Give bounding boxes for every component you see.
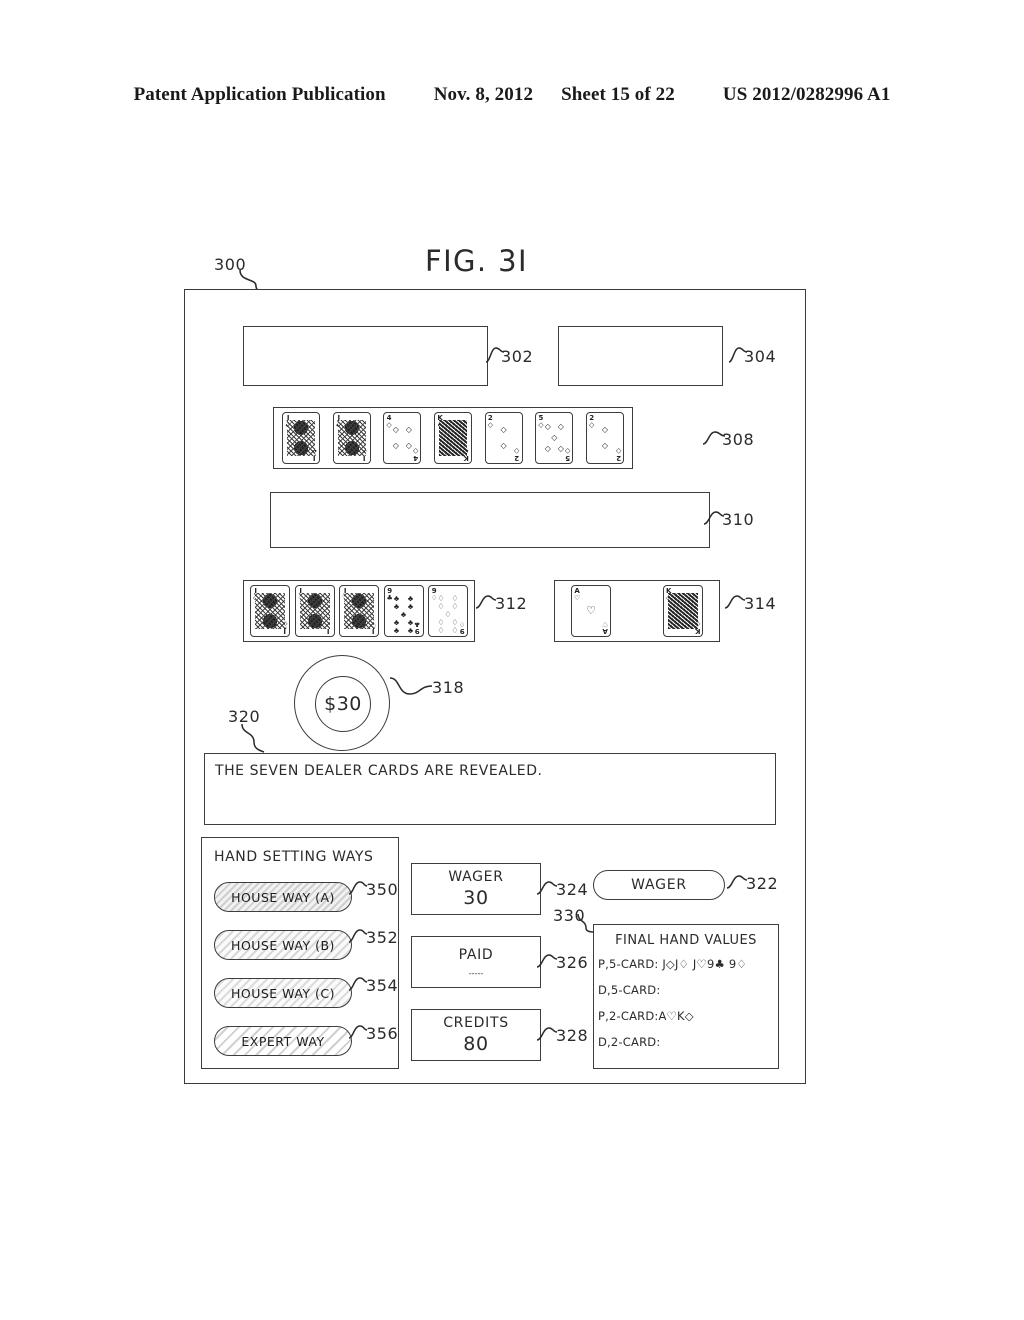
- ref-324: 324: [556, 880, 589, 899]
- credits-meter-328: CREDITS 80: [411, 1009, 541, 1061]
- fhv-row-player-5card: P,5-CARD: J◇J♢ J♡9♣ 9♢: [598, 957, 747, 971]
- fhv-row-dealer-2card: D,2-CARD:: [598, 1035, 661, 1049]
- hand-setting-ways-title: HAND SETTING WAYS: [214, 849, 374, 865]
- bet-chip-outer-ring[interactable]: $30: [294, 655, 390, 751]
- ref-310: 310: [722, 510, 755, 529]
- house-way-b-button[interactable]: HOUSE WAY (B): [214, 930, 352, 960]
- ref-352: 352: [366, 928, 399, 947]
- wager-meter-value: 30: [463, 887, 489, 909]
- card-pips: ◇ ◇: [500, 425, 507, 450]
- paid-meter-326: PAID -----: [411, 936, 541, 988]
- playing-card[interactable]: J♡J♡: [339, 585, 379, 637]
- publication-date: Nov. 8, 2012: [433, 84, 534, 105]
- fhv-row-player-2card: P,2-CARD:A♡K◇: [598, 1009, 694, 1023]
- credits-meter-value: 80: [463, 1033, 489, 1055]
- expert-way-button[interactable]: EXPERT WAY: [214, 1026, 352, 1056]
- card-face-artwork: [438, 420, 467, 456]
- final-hand-values-title: FINAL HAND VALUES: [615, 933, 757, 948]
- wager-button[interactable]: WAGER: [593, 870, 725, 900]
- ref-300: 300: [214, 255, 247, 274]
- paid-meter-value: -----: [468, 968, 484, 978]
- playing-card[interactable]: 5 ◇ 5 ◇ ◇ ◇ ◇ ◇ ◇: [535, 412, 574, 464]
- ref-318: 318: [432, 678, 465, 697]
- ref-304: 304: [744, 347, 777, 366]
- display-box-304: [558, 326, 723, 386]
- publication-label: Patent Application Publication: [133, 84, 386, 105]
- ref-326: 326: [556, 953, 589, 972]
- wager-meter-324: WAGER 30: [411, 863, 541, 915]
- playing-card[interactable]: J♣J♣: [282, 412, 320, 464]
- card-face-artwork: [337, 420, 366, 456]
- credits-meter-label: CREDITS: [443, 1015, 509, 1031]
- ref-356: 356: [366, 1024, 399, 1043]
- playing-card[interactable]: K♠K♠: [433, 412, 472, 464]
- card-pips: ♢ ♢ ♢ ♢ ♢ ♢ ♢ ♢ ♢: [437, 594, 459, 635]
- card-face-artwork: [668, 593, 698, 629]
- ref-350: 350: [366, 880, 399, 899]
- paid-meter-label: PAID: [458, 946, 494, 963]
- wager-meter-label: WAGER: [448, 869, 504, 885]
- display-box-302: [243, 326, 488, 386]
- sheet-number: Sheet 15 of 22: [561, 84, 675, 105]
- player-five-card-row-312: J◇J◇J♢J♢J♡J♡9♣9♣♣♣♣♣♣♣♣♣♣9♢9♢♢♢♢♢♢♢♢♢♢: [243, 580, 475, 642]
- card-pips: ◇ ◇ ◇ ◇: [392, 425, 412, 450]
- player-two-card-row-314: A♡A♡♡ K◇K◇: [554, 580, 720, 642]
- gaming-machine-frame: J♣J♣ J♣J♣ 4◇4◇◇◇◇◇ K♠K♠ 2◇2◇◇◇ 5◇5◇◇◇◇◇◇ 2◇2◇◇…: [184, 289, 806, 1084]
- bet-chip-amount: $30: [315, 676, 371, 732]
- card-face-artwork: [299, 593, 330, 629]
- card-pips: ♣ ♣ ♣ ♣ ♣ ♣ ♣ ♣ ♣: [393, 594, 414, 635]
- card-pips: ♡: [586, 604, 596, 617]
- playing-card[interactable]: J♢J♢: [294, 585, 335, 637]
- message-text: THE SEVEN DEALER CARDS ARE REVEALED.: [215, 763, 543, 779]
- ref-312: 312: [495, 594, 528, 613]
- playing-card[interactable]: 2 ◇ 2 ◇ ◇ ◇: [484, 412, 523, 464]
- card-face-artwork: [287, 420, 315, 456]
- ref-330: 330: [553, 906, 586, 925]
- playing-card[interactable]: 9 ♢ 9 ♢ ♢ ♢ ♢ ♢ ♢ ♢ ♢ ♢ ♢: [428, 585, 468, 637]
- ref-322: 322: [746, 874, 779, 893]
- playing-card[interactable]: K◇K◇: [663, 585, 703, 637]
- fhv-row-dealer-5card: D,5-CARD:: [598, 983, 661, 997]
- ref-302: 302: [501, 347, 534, 366]
- ref-354: 354: [366, 976, 399, 995]
- display-box-310: [270, 492, 710, 548]
- publication-number: US 2012/0282996 A1: [722, 84, 891, 105]
- playing-card[interactable]: J◇J◇: [250, 585, 290, 637]
- card-face-artwork: [344, 593, 374, 629]
- playing-card[interactable]: 2 ◇ 2 ◇ ◇ ◇: [585, 412, 624, 464]
- house-way-a-button[interactable]: HOUSE WAY (A): [214, 882, 352, 912]
- ref-308: 308: [722, 430, 755, 449]
- dealer-card-row-308: J♣J♣ J♣J♣ 4◇4◇◇◇◇◇ K♠K♠ 2◇2◇◇◇ 5◇5◇◇◇◇◇◇ 2◇2◇◇…: [273, 407, 633, 469]
- ref-320: 320: [228, 707, 261, 726]
- card-pips: ◇ ◇ ◇ ◇ ◇: [544, 422, 564, 453]
- figure-title: FIG. 3I: [425, 244, 528, 278]
- message-box-320: THE SEVEN DEALER CARDS ARE REVEALED.: [204, 753, 776, 825]
- patent-page-header: Patent Application Publication Nov. 8, 2…: [0, 84, 1024, 106]
- playing-card[interactable]: J♣J♣: [332, 412, 371, 464]
- playing-card[interactable]: 4 ◇ 4 ◇ ◇ ◇ ◇ ◇: [383, 412, 422, 464]
- final-hand-values-panel: FINAL HAND VALUES P,5-CARD: J◇J♢ J♡9♣ 9♢…: [593, 924, 779, 1069]
- ref-328: 328: [556, 1026, 589, 1045]
- card-pips: ◇ ◇: [601, 425, 609, 450]
- playing-card[interactable]: 9 ♣ 9 ♣ ♣ ♣ ♣ ♣ ♣ ♣ ♣ ♣ ♣: [383, 585, 424, 637]
- card-face-artwork: [255, 593, 285, 629]
- ref-314: 314: [744, 594, 777, 613]
- playing-card[interactable]: A ♡ A ♡ ♡: [571, 585, 611, 637]
- house-way-c-button[interactable]: HOUSE WAY (C): [214, 978, 352, 1008]
